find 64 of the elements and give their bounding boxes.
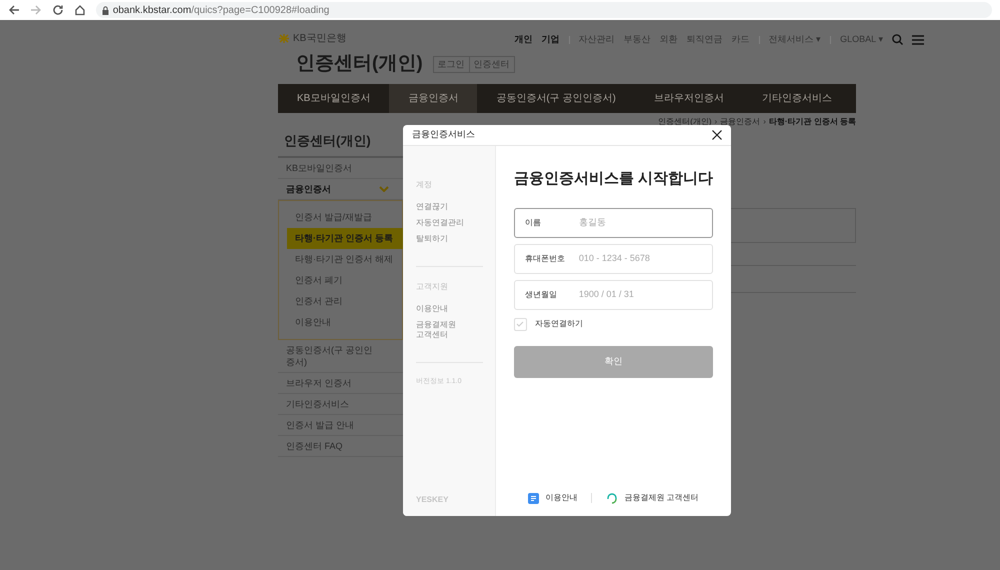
top-menu-link[interactable]: 카드 [732, 33, 750, 46]
top-menu-link[interactable]: 개인 [514, 33, 533, 46]
top-menu-link[interactable]: 외환 [660, 33, 678, 46]
url-host: obank.kbstar.com [112, 4, 192, 16]
text-input[interactable]: 홍길동 [578, 216, 702, 230]
back-icon[interactable] [8, 4, 20, 16]
quick-link-button[interactable]: 인증센터 [470, 56, 514, 72]
lock-icon [102, 6, 109, 14]
submenu-item[interactable]: 타행·타기관 인증서 해제 [287, 249, 402, 270]
search-icon[interactable] [892, 34, 904, 46]
top-menu-link[interactable]: 퇴직연금 [686, 33, 723, 46]
input-field[interactable]: 휴대폰번호 010 - 1234 - 5678 [514, 244, 713, 274]
top-menu-link[interactable]: 부동산 [624, 33, 651, 46]
star-logo-icon [278, 34, 290, 43]
text-input[interactable]: 010 - 1234 - 5678 [578, 252, 702, 266]
nav-tab[interactable]: 금융인증서 [389, 84, 478, 112]
top-menu-link[interactable]: GLOBAL ▾ [840, 33, 884, 46]
field-label: 이름 [524, 216, 542, 228]
submenu-item[interactable]: 인증서 관리 [287, 291, 402, 312]
chevron-down-icon [379, 186, 389, 192]
document-icon [528, 492, 540, 504]
url-path: /quics?page=C100928#loading [191, 4, 330, 16]
menu-heading: 고객지원 [416, 281, 449, 293]
nav-tab[interactable]: 공동인증서(구 공인인증서) [477, 84, 635, 112]
text-input[interactable]: 1900 / 01 / 31 [578, 288, 702, 302]
menu-link[interactable]: 연결끊기 [416, 202, 466, 212]
top-menu-link[interactable]: 기업 [542, 33, 560, 46]
field-label: 생년월일 [524, 288, 558, 300]
field-label: 휴대폰번호 [524, 252, 566, 264]
input-field[interactable]: 생년월일 1900 / 01 / 31 [514, 280, 713, 310]
close-icon[interactable] [712, 130, 722, 140]
submenu-item[interactable]: 인증서 폐기 [287, 270, 402, 291]
menu-heading: 계정 [416, 179, 433, 191]
submenu-item[interactable]: 인증서 발급/재발급 [287, 207, 402, 228]
reload-icon[interactable] [52, 4, 64, 16]
menu-link[interactable]: 이용안내 [416, 304, 466, 314]
menu-icon[interactable] [912, 34, 924, 45]
menu-link[interactable]: 금융결제원 고객센터 [416, 320, 466, 340]
breadcrumb-separator: › [763, 116, 766, 126]
menu-link[interactable]: 탈퇴하기 [416, 234, 466, 244]
input-field[interactable]: 이름 홍길동 [514, 208, 713, 238]
top-menu-link[interactable]: 전체서비스 ▾ [768, 33, 822, 46]
address-bar[interactable]: obank.kbstar.com/quics?page=C100928#loading [96, 2, 992, 18]
top-menu-link[interactable]: 자산관리 [578, 33, 615, 46]
footer-link[interactable]: 이용안내 [528, 492, 578, 504]
modal-title: 금융인증서비스 [412, 128, 475, 142]
home-icon[interactable] [74, 4, 86, 16]
breadcrumb-item: 인증센터(개인) [658, 116, 712, 126]
breadcrumb-item: 금융인증서 [720, 116, 760, 126]
site-title: 인증센터(개인) [296, 52, 423, 76]
quick-link-button[interactable]: 로그인 [434, 56, 470, 72]
auto-connect-checkbox[interactable]: 자동연결하기 [514, 318, 713, 330]
nav-tab[interactable]: 기타인증서비스 [742, 84, 851, 112]
breadcrumb-separator: › [714, 116, 718, 126]
footer-link[interactable]: 금융결제원 고객센터 [606, 492, 699, 504]
submenu-item[interactable]: 타행·타기관 인증서 등록 [287, 228, 404, 249]
bank-logo-text: KB국민은행 [293, 32, 346, 46]
breadcrumb-item: 타행·타기관 인증서 등록 [768, 116, 856, 126]
modal-heading: 금융인증서비스를 시작합니다 [514, 169, 713, 189]
submenu-item[interactable]: 이용안내 [287, 312, 402, 333]
nav-tab[interactable]: KB모바일인증서 [278, 84, 390, 112]
nav-tab[interactable]: 브라우저인증서 [634, 84, 743, 112]
menu-link[interactable]: 자동연결관리 [416, 218, 466, 228]
check-icon [516, 321, 524, 327]
